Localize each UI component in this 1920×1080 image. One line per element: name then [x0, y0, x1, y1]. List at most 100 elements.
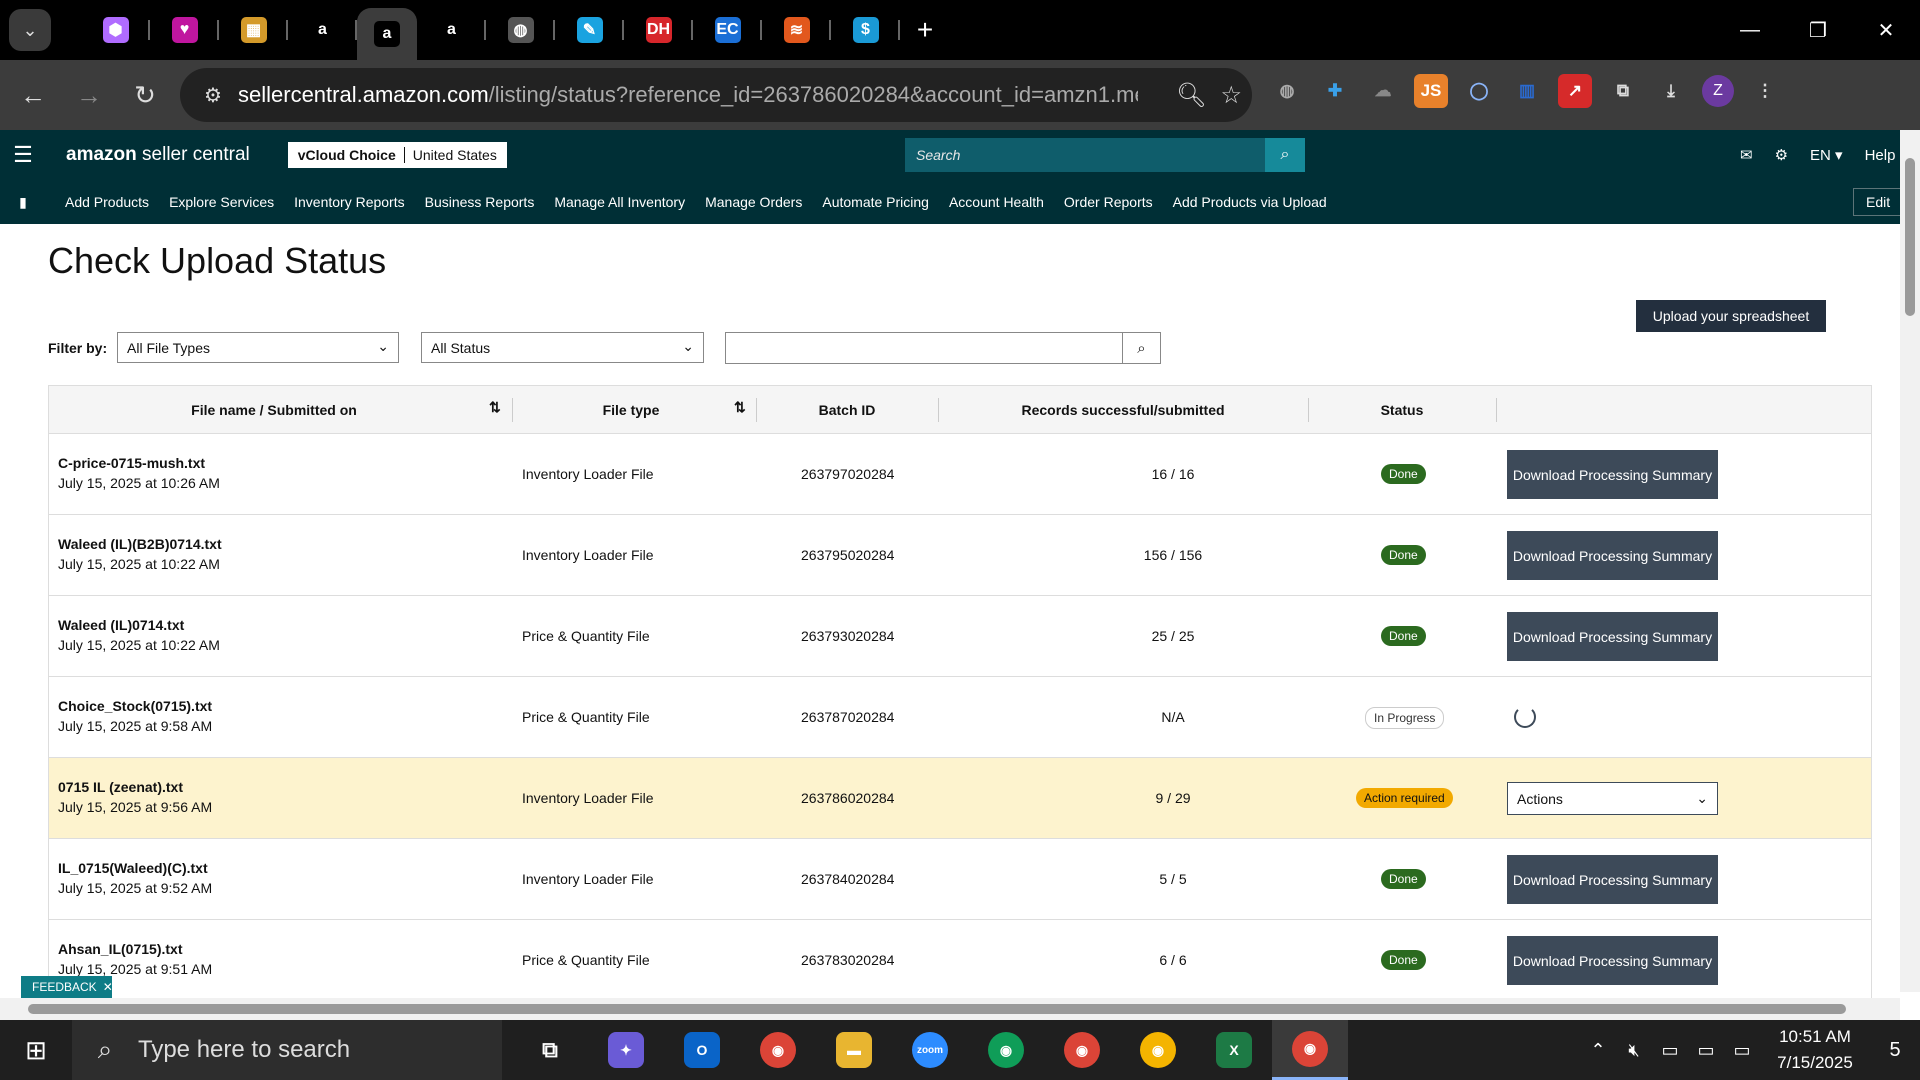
network-icon[interactable]: ▭	[1724, 1040, 1760, 1061]
browser-tab[interactable]: ◍	[486, 0, 555, 60]
device-icon[interactable]: ▭	[1652, 1040, 1688, 1061]
notifications-icon[interactable]: 5	[1870, 1039, 1920, 1062]
address-bar[interactable]: ⚙ sellercentral.amazon.com/listing/statu…	[180, 68, 1252, 122]
download-icon[interactable]: ⤓	[1654, 74, 1688, 108]
browser-tab[interactable]: ⬢	[81, 0, 150, 60]
zoom-icon[interactable]: 🔍︎	[1176, 81, 1206, 110]
copilot-icon[interactable]: ✦	[588, 1020, 664, 1080]
chrome-active-icon[interactable]: ◉	[1272, 1020, 1348, 1080]
nav-order-reports[interactable]: Order Reports	[1064, 194, 1153, 210]
outlook-icon[interactable]: O	[664, 1020, 740, 1080]
download-summary-button[interactable]: Download Processing Summary	[1507, 450, 1718, 499]
mail-icon[interactable]: ✉	[1740, 146, 1753, 164]
arrow-extension-icon[interactable]: ↗	[1558, 74, 1592, 108]
new-tab-button[interactable]: +	[900, 14, 950, 46]
vertical-scrollbar[interactable]	[1900, 130, 1920, 992]
browser-tab[interactable]: ✎	[555, 0, 624, 60]
download-summary-button[interactable]: Download Processing Summary	[1507, 855, 1718, 904]
puzzle-extension-icon[interactable]: ⧉	[1606, 74, 1640, 108]
chevron-down-icon: ⌄	[377, 338, 389, 354]
horizontal-scroll-thumb[interactable]	[28, 1004, 1846, 1014]
browser-tab[interactable]: a	[357, 8, 417, 60]
download-summary-button[interactable]: Download Processing Summary	[1507, 936, 1718, 985]
nav-add-products[interactable]: Add Products	[65, 194, 149, 210]
vertical-scroll-thumb[interactable]	[1905, 158, 1915, 316]
task-view-icon[interactable]: ⧉	[512, 1020, 588, 1080]
store-selector[interactable]: vCloud Choice United States	[287, 142, 507, 168]
header-search-icon[interactable]: ⌕	[1265, 138, 1305, 172]
edit-nav-button[interactable]: Edit	[1853, 188, 1904, 216]
status-select[interactable]: All Status ⌄	[421, 332, 704, 363]
zoom-icon[interactable]: zoom	[892, 1020, 968, 1080]
bookmark-star-icon[interactable]: ☆	[1220, 81, 1242, 110]
tab-search-button[interactable]: ⌄	[9, 9, 51, 51]
file-explorer-icon[interactable]: ▬	[816, 1020, 892, 1080]
profile-avatar[interactable]: Z	[1702, 75, 1734, 107]
settings-gear-icon[interactable]: ⚙	[1775, 146, 1788, 164]
actions-dropdown[interactable]: Actions ⌄	[1507, 782, 1718, 815]
volume-muted-icon[interactable]: 🔇︎	[1616, 1040, 1652, 1061]
horizontal-scrollbar[interactable]	[0, 998, 1900, 1020]
seller-central-logo[interactable]: amazon seller central	[66, 144, 250, 166]
chrome-icon[interactable]: ◉	[740, 1020, 816, 1080]
close-icon[interactable]: ✕	[1852, 0, 1920, 60]
forward-icon[interactable]: →	[66, 72, 112, 118]
excel-icon[interactable]: X	[1196, 1020, 1272, 1080]
circle-extension-icon[interactable]: ◯	[1462, 74, 1496, 108]
chrome-profile-icon[interactable]: ◉	[1044, 1020, 1120, 1080]
upload-spreadsheet-button[interactable]: Upload your spreadsheet	[1636, 300, 1826, 332]
hamburger-menu-icon[interactable]: ☰	[0, 142, 46, 168]
plus-extension-icon[interactable]: ✚	[1318, 74, 1352, 108]
globe-extension-icon[interactable]: ◍	[1270, 74, 1304, 108]
nav-add-products-via-upload[interactable]: Add Products via Upload	[1173, 194, 1327, 210]
nav-account-health[interactable]: Account Health	[949, 194, 1044, 210]
language-selector[interactable]: EN ▾	[1810, 146, 1843, 164]
back-icon[interactable]: ←	[10, 72, 56, 118]
nav-inventory-reports[interactable]: Inventory Reports	[294, 194, 405, 210]
cloud-extension-icon[interactable]: ☁	[1366, 74, 1400, 108]
site-info-icon[interactable]: ⚙	[188, 83, 238, 108]
nav-automate-pricing[interactable]: Automate Pricing	[822, 194, 929, 210]
search-icon[interactable]: ⌕	[1122, 333, 1160, 363]
url-text[interactable]: sellercentral.amazon.com/listing/status?…	[238, 82, 1138, 108]
filter-search-input[interactable]	[726, 333, 1122, 363]
browser-tab[interactable]: a	[288, 0, 357, 60]
header-search-input[interactable]: Search	[905, 147, 1265, 163]
download-summary-button[interactable]: Download Processing Summary	[1507, 612, 1718, 661]
browser-tab[interactable]: ♥	[150, 0, 219, 60]
reload-icon[interactable]: ↻	[122, 72, 168, 118]
windows-start-icon[interactable]: ⊞	[0, 1020, 72, 1080]
battery-icon[interactable]: ▭	[1688, 1040, 1724, 1061]
nav-business-reports[interactable]: Business Reports	[425, 194, 535, 210]
col-file-name[interactable]: File name / Submitted on	[49, 386, 499, 434]
nav-explore-services[interactable]: Explore Services	[169, 194, 274, 210]
file-type-select[interactable]: All File Types ⌄	[117, 332, 399, 363]
minimize-icon[interactable]: —	[1716, 0, 1784, 60]
nav-manage-all-inventory[interactable]: Manage All Inventory	[554, 194, 685, 210]
browser-tab[interactable]: a	[417, 0, 486, 60]
feedback-tab[interactable]: FEEDBACK ✕	[21, 976, 113, 998]
chevron-up-icon[interactable]: ⌃	[1580, 1040, 1616, 1061]
browser-tab[interactable]: $	[831, 0, 900, 60]
taskbar-search[interactable]: ⌕ Type here to search	[72, 1020, 502, 1080]
nav-manage-orders[interactable]: Manage Orders	[705, 194, 802, 210]
help-link[interactable]: Help	[1865, 147, 1896, 164]
js-extension-icon[interactable]: JS	[1414, 74, 1448, 108]
chart-extension-icon[interactable]: ▥	[1510, 74, 1544, 108]
sort-icon[interactable]: ⇅	[489, 399, 501, 416]
chrome-icon[interactable]: ◉	[968, 1020, 1044, 1080]
col-file-type[interactable]: File type	[512, 386, 750, 434]
browser-tab[interactable]: ▦	[219, 0, 288, 60]
browser-tab[interactable]: EC	[693, 0, 762, 60]
taskbar-clock[interactable]: 10:51 AM 7/15/2025	[1760, 1024, 1870, 1076]
browser-tab[interactable]: DH	[624, 0, 693, 60]
restore-icon[interactable]: ❐	[1784, 0, 1852, 60]
download-summary-button[interactable]: Download Processing Summary	[1507, 531, 1718, 580]
sort-icon[interactable]: ⇅	[734, 399, 746, 416]
bookmark-icon[interactable]: ▮	[0, 194, 46, 211]
submitted-date: July 15, 2025 at 9:58 AM	[58, 718, 213, 734]
chrome-profile-icon[interactable]: ◉	[1120, 1020, 1196, 1080]
browser-tab[interactable]: ≋	[762, 0, 831, 60]
close-icon[interactable]: ✕	[103, 980, 113, 994]
menu-kebab-icon[interactable]: ⋮	[1748, 74, 1782, 108]
